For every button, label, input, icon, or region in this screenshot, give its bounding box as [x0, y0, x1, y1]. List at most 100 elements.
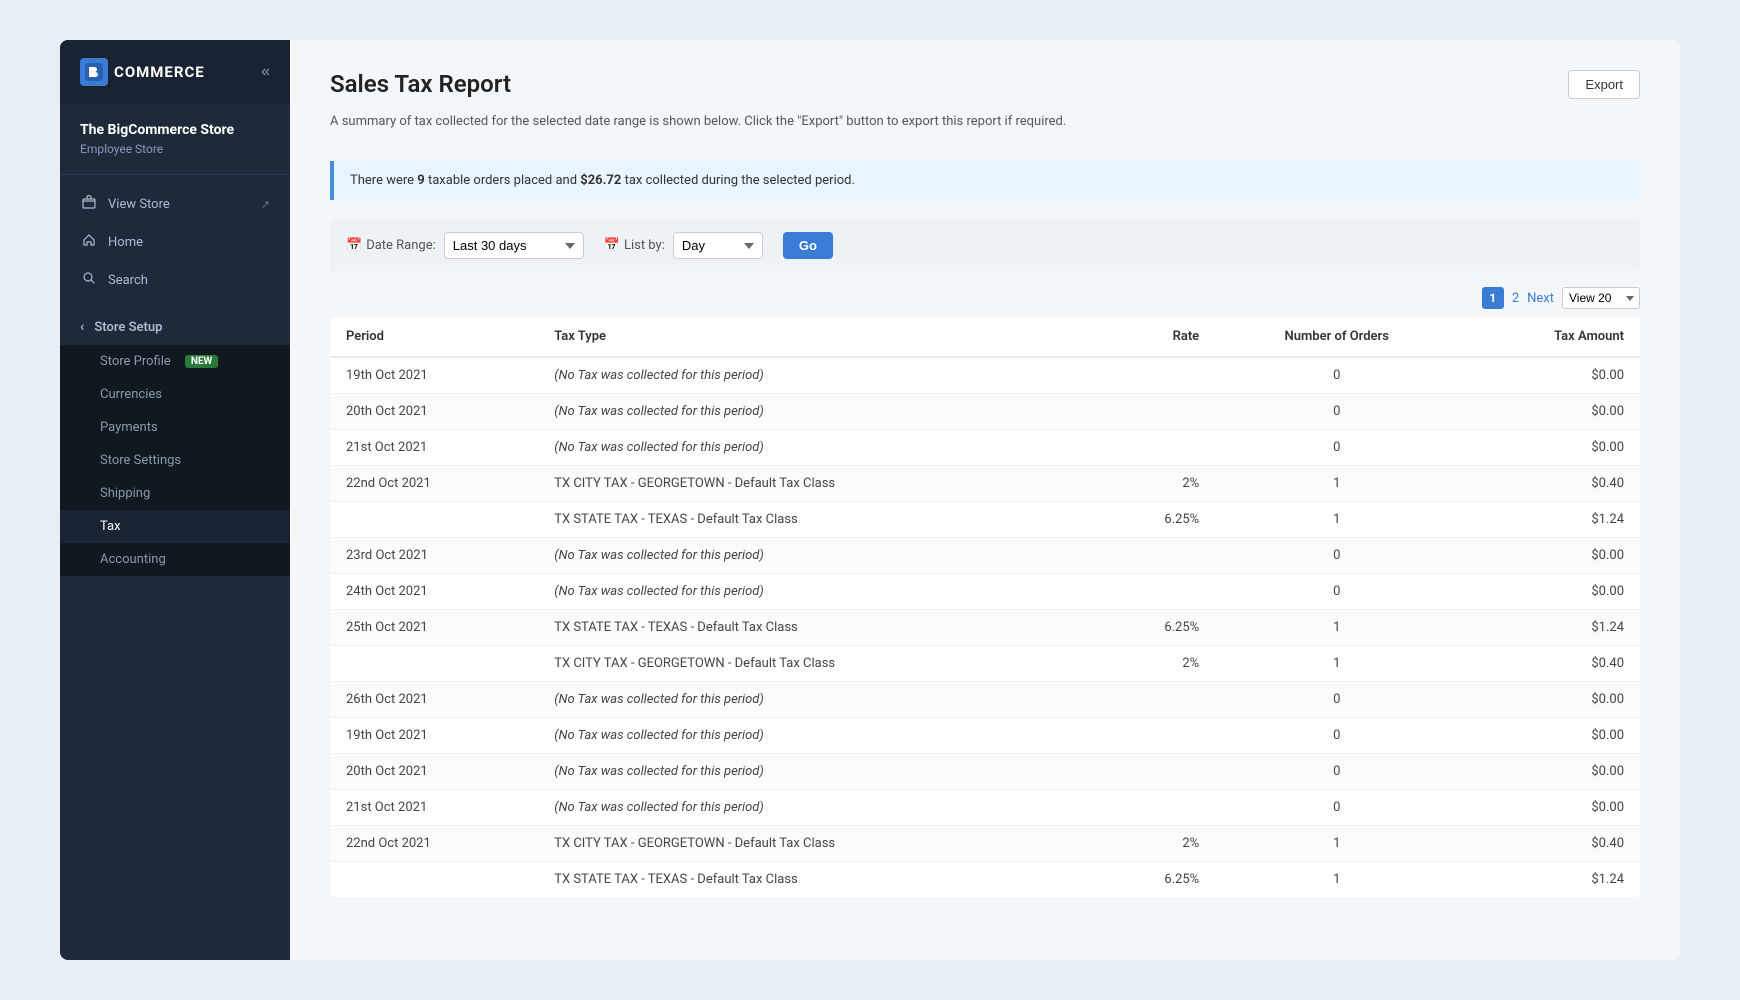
- cell-orders: 0: [1215, 574, 1458, 610]
- table-row: TX STATE TAX - TEXAS - Default Tax Class…: [330, 502, 1640, 538]
- external-link-icon: ↗: [261, 198, 270, 211]
- cell-period: 19th Oct 2021: [330, 357, 538, 394]
- cell-rate: 6.25%: [1096, 610, 1215, 646]
- sidebar-item-view-store[interactable]: View Store ↗: [60, 185, 290, 223]
- cell-tax-type: TX CITY TAX - GEORGETOWN - Default Tax C…: [538, 826, 1096, 862]
- cell-rate: 2%: [1096, 826, 1215, 862]
- cell-amount: $0.00: [1458, 718, 1640, 754]
- cell-tax-type: (No Tax was collected for this period): [538, 538, 1096, 574]
- sidebar-item-store-settings[interactable]: Store Settings: [60, 444, 290, 477]
- cell-rate: 6.25%: [1096, 862, 1215, 898]
- cell-amount: $0.00: [1458, 357, 1640, 394]
- cell-period: 25th Oct 2021: [330, 610, 538, 646]
- cell-tax-type: TX STATE TAX - TEXAS - Default Tax Class: [538, 502, 1096, 538]
- list-by-label: 📅 List by:: [604, 238, 665, 253]
- cell-amount: $0.00: [1458, 574, 1640, 610]
- current-page: 1: [1482, 287, 1504, 309]
- sidebar-item-home[interactable]: Home: [60, 223, 290, 261]
- info-banner: There were 9 taxable orders placed and $…: [330, 161, 1640, 200]
- cell-amount: $0.40: [1458, 646, 1640, 682]
- cell-orders: 0: [1215, 394, 1458, 430]
- top-nav: View Store ↗ Home Search: [60, 175, 290, 309]
- cell-amount: $0.40: [1458, 826, 1640, 862]
- cell-period: 21st Oct 2021: [330, 790, 538, 826]
- cell-amount: $0.00: [1458, 538, 1640, 574]
- page-2-link[interactable]: 2: [1512, 291, 1519, 306]
- col-amount: Tax Amount: [1458, 317, 1640, 357]
- sidebar-item-currencies[interactable]: Currencies: [60, 378, 290, 411]
- table-row: 25th Oct 2021TX STATE TAX - TEXAS - Defa…: [330, 610, 1640, 646]
- cell-rate: [1096, 790, 1215, 826]
- cell-rate: [1096, 682, 1215, 718]
- cell-rate: [1096, 754, 1215, 790]
- calendar2-icon: 📅: [604, 238, 620, 253]
- cell-period: 23rd Oct 2021: [330, 538, 538, 574]
- sidebar-item-shipping[interactable]: Shipping: [60, 477, 290, 510]
- cell-rate: 2%: [1096, 466, 1215, 502]
- cell-orders: 1: [1215, 862, 1458, 898]
- sidebar-collapse-button[interactable]: «: [261, 63, 270, 81]
- cell-period: 22nd Oct 2021: [330, 826, 538, 862]
- store-setup-submenu: Store Profile NEW Currencies Payments St…: [60, 345, 290, 576]
- cell-amount: $1.24: [1458, 502, 1640, 538]
- sidebar-item-search[interactable]: Search: [60, 261, 290, 299]
- banner-post: tax collected during the selected period…: [621, 173, 855, 188]
- table-header: Period Tax Type Rate Number of Orders Ta…: [330, 317, 1640, 357]
- home-icon: [80, 233, 98, 251]
- next-link[interactable]: Next: [1527, 291, 1554, 306]
- banner-orders-count: 9: [417, 173, 424, 188]
- store-info: The BigCommerce Store Employee Store: [60, 104, 290, 175]
- banner-tax-amount: $26.72: [580, 173, 621, 188]
- cell-period: 20th Oct 2021: [330, 754, 538, 790]
- cell-amount: $0.00: [1458, 394, 1640, 430]
- cell-tax-type: (No Tax was collected for this period): [538, 574, 1096, 610]
- sidebar-item-accounting[interactable]: Accounting: [60, 543, 290, 576]
- cell-orders: 1: [1215, 646, 1458, 682]
- table-row: 23rd Oct 2021(No Tax was collected for t…: [330, 538, 1640, 574]
- table-row: 19th Oct 2021(No Tax was collected for t…: [330, 357, 1640, 394]
- calendar-icon: 📅: [346, 238, 362, 253]
- cell-period: 26th Oct 2021: [330, 682, 538, 718]
- store-profile-label: Store Profile: [100, 354, 171, 369]
- cell-period: 21st Oct 2021: [330, 430, 538, 466]
- cell-orders: 0: [1215, 790, 1458, 826]
- cell-amount: $1.24: [1458, 610, 1640, 646]
- cell-rate: [1096, 574, 1215, 610]
- date-range-label: 📅 Date Range:: [346, 238, 436, 253]
- table-row: 26th Oct 2021(No Tax was collected for t…: [330, 682, 1640, 718]
- sidebar-item-store-profile[interactable]: Store Profile NEW: [60, 345, 290, 378]
- cell-tax-type: (No Tax was collected for this period): [538, 682, 1096, 718]
- store-setup-header[interactable]: ‹ Store Setup: [60, 309, 290, 345]
- table-row: 20th Oct 2021(No Tax was collected for t…: [330, 394, 1640, 430]
- cell-orders: 1: [1215, 826, 1458, 862]
- cell-amount: $0.40: [1458, 466, 1640, 502]
- go-button[interactable]: Go: [783, 232, 833, 259]
- chevron-left-icon: ‹: [80, 319, 84, 335]
- sidebar-item-payments[interactable]: Payments: [60, 411, 290, 444]
- view-select[interactable]: View 20 View 50 View 100: [1562, 287, 1640, 309]
- cell-orders: 1: [1215, 466, 1458, 502]
- cell-amount: $0.00: [1458, 754, 1640, 790]
- cell-tax-type: (No Tax was collected for this period): [538, 718, 1096, 754]
- table-row: 21st Oct 2021(No Tax was collected for t…: [330, 430, 1640, 466]
- sidebar-logo: COMMERCE «: [60, 40, 290, 104]
- cell-amount: $0.00: [1458, 682, 1640, 718]
- cell-tax-type: TX CITY TAX - GEORGETOWN - Default Tax C…: [538, 646, 1096, 682]
- logo-brand: COMMERCE: [114, 63, 205, 81]
- cell-orders: 0: [1215, 538, 1458, 574]
- cell-period: 22nd Oct 2021: [330, 466, 538, 502]
- table-row: 24th Oct 2021(No Tax was collected for t…: [330, 574, 1640, 610]
- sidebar-item-tax[interactable]: Tax: [60, 510, 290, 543]
- export-button[interactable]: Export: [1568, 70, 1640, 99]
- date-range-select[interactable]: Last 30 days Last 7 days This Month Last…: [444, 232, 584, 259]
- pagination-row: 1 2 Next View 20 View 50 View 100: [330, 287, 1640, 309]
- cell-period: 19th Oct 2021: [330, 718, 538, 754]
- logo-icon: [80, 58, 108, 86]
- store-icon: [80, 195, 98, 213]
- list-by-select[interactable]: Day Week Month: [673, 232, 763, 259]
- page-title-area: Sales Tax Report A summary of tax collec…: [330, 70, 1066, 145]
- report-table: Period Tax Type Rate Number of Orders Ta…: [330, 317, 1640, 897]
- cell-orders: 1: [1215, 502, 1458, 538]
- logo: COMMERCE: [80, 58, 205, 86]
- table-row: 22nd Oct 2021TX CITY TAX - GEORGETOWN - …: [330, 826, 1640, 862]
